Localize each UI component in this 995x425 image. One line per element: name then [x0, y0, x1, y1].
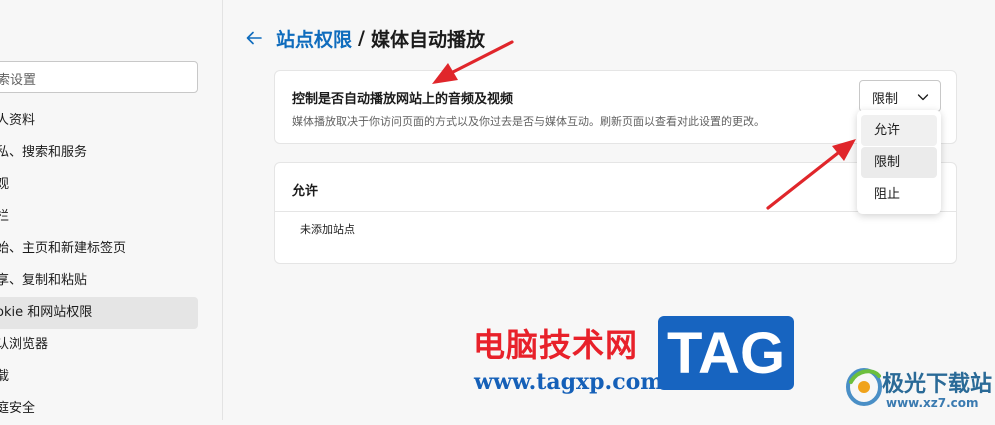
sidebar-item-default-browser[interactable]: 认浏览器: [0, 329, 198, 361]
option-block[interactable]: 阻止: [861, 179, 937, 210]
sidebar-item-share-copy[interactable]: 享、复制和粘贴: [0, 265, 198, 297]
breadcrumb: 站点权限 / 媒体自动播放: [244, 24, 485, 52]
option-limit[interactable]: 限制: [861, 147, 937, 178]
allow-list-card: 允许 未添加站点: [274, 162, 957, 264]
sidebar-item-start-home[interactable]: 始、主页和新建标签页: [0, 233, 198, 265]
watermark-tag-label: TAG: [666, 321, 786, 386]
autoplay-setting-description: 媒体播放取决于你访问页面的方式以及你过去是否与媒体互动。刷新页面以查看对此设置的…: [292, 115, 765, 128]
sidebar-item-appearance[interactable]: 观: [0, 169, 198, 201]
autoplay-setting-title: 控制是否自动播放网站上的音频及视频: [292, 92, 514, 107]
option-allow[interactable]: 允许: [861, 115, 937, 146]
allow-list-empty-text: 未添加站点: [300, 223, 355, 236]
sidebar-item-profiles[interactable]: 人资料: [0, 105, 198, 137]
sidebar-item-sidebar[interactable]: 栏: [0, 201, 198, 233]
autoplay-mode-select[interactable]: 限制: [859, 80, 941, 112]
search-settings-input[interactable]: 索设置: [0, 61, 198, 93]
watermark-tag-logo: TAG: [658, 316, 794, 390]
xz-logo-icon: [846, 368, 882, 406]
watermark-xz-url: www.xz7.com: [886, 396, 979, 410]
breadcrumb-separator: /: [358, 27, 365, 49]
autoplay-mode-selected-value: 限制: [872, 92, 899, 107]
sidebar-item-privacy[interactable]: 私、搜索和服务: [0, 137, 198, 169]
breadcrumb-site-permissions-link[interactable]: 站点权限: [276, 25, 352, 52]
autoplay-mode-dropdown: 允许 限制 阻止: [857, 110, 941, 214]
chevron-down-icon: [917, 94, 929, 101]
watermark-site-name: 电脑技术网: [473, 326, 639, 364]
sidebar-item-cookies-permissions[interactable]: okie 和网站权限: [0, 297, 198, 329]
sidebar-item-downloads[interactable]: 载: [0, 361, 198, 393]
back-arrow-icon[interactable]: [244, 28, 264, 48]
allow-list-title: 允许: [292, 184, 319, 199]
page-title: 媒体自动播放: [370, 28, 485, 51]
watermark-xz-name: 极光下载站: [882, 372, 993, 397]
allow-list-header: 允许: [275, 163, 956, 212]
sidebar-item-family-safety[interactable]: 庭安全: [0, 393, 198, 425]
autoplay-setting-card: 控制是否自动播放网站上的音频及视频 媒体播放取决于你访问页面的方式以及你过去是否…: [274, 70, 957, 144]
settings-sidebar: 索设置 人资料 私、搜索和服务 观 栏 始、主页和新建标签页 享、复制和粘贴 o…: [0, 0, 223, 420]
watermark-site-url: www.tagxp.com: [474, 369, 664, 395]
